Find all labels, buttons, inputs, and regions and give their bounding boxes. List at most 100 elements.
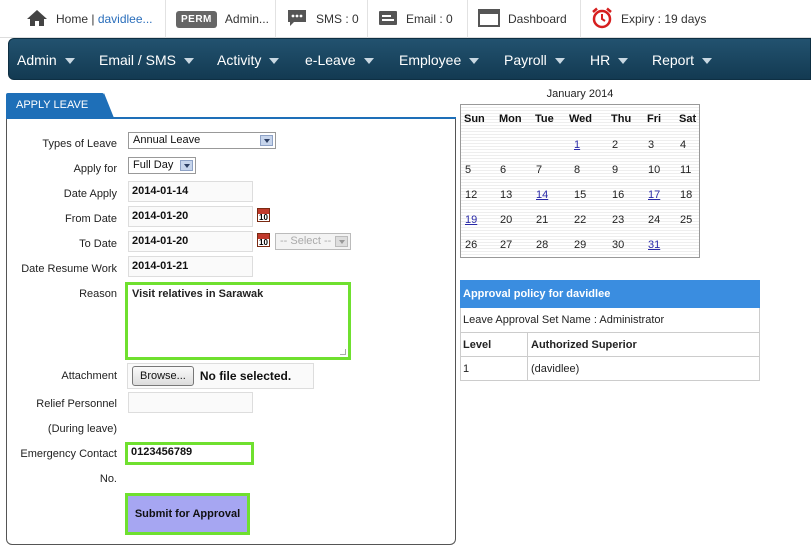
calendar-day[interactable]: 1 bbox=[574, 139, 580, 151]
emergency-contact-sublabel: No. bbox=[99, 473, 117, 485]
email-link[interactable]: Email : 0 bbox=[368, 0, 468, 38]
calendar-weekday-header: Thu bbox=[611, 113, 632, 125]
calendar-day: 22 bbox=[574, 214, 587, 226]
calendar-weekday-header: Wed bbox=[569, 113, 593, 125]
window-icon bbox=[478, 8, 500, 30]
nav-label: Activity bbox=[217, 52, 262, 68]
resize-handle-icon[interactable] bbox=[340, 349, 346, 355]
alarm-clock-icon bbox=[591, 7, 613, 32]
home-label: Home | bbox=[56, 12, 95, 26]
calendar-day: 20 bbox=[500, 214, 513, 226]
reason-textarea[interactable]: Visit relatives in Sarawak bbox=[125, 282, 351, 360]
calendar-day[interactable]: 14 bbox=[536, 189, 548, 201]
relief-personnel-label: Relief Personnel bbox=[36, 398, 117, 410]
half-day-select[interactable]: -- Select -- bbox=[275, 233, 351, 250]
calendar-day: 3 bbox=[648, 139, 655, 151]
caret-down-icon bbox=[618, 58, 629, 64]
calendar-day: 24 bbox=[648, 214, 661, 226]
emergency-contact-label: Emergency Contact bbox=[20, 448, 117, 460]
types-of-leave-label: Types of Leave bbox=[42, 138, 117, 150]
select-value: Full Day bbox=[133, 159, 174, 171]
dashboard-link[interactable]: Dashboard bbox=[468, 0, 581, 38]
attachment-file-input[interactable]: Browse... No file selected. bbox=[127, 363, 314, 389]
home-link[interactable]: Home | davidlee... bbox=[16, 0, 166, 38]
reason-label: Reason bbox=[79, 288, 117, 300]
nav-email-sms[interactable]: Email / SMS bbox=[99, 39, 195, 81]
date-apply-field: 2014-01-14 bbox=[128, 181, 253, 202]
to-date-field[interactable]: 2014-01-20 bbox=[128, 231, 253, 252]
expiry-label: Expiry : 19 days bbox=[621, 12, 707, 26]
email-label: Email : 0 bbox=[406, 12, 453, 26]
calendar-weekday-header: Fri bbox=[647, 113, 662, 125]
username-link[interactable]: davidlee... bbox=[98, 12, 153, 26]
nav-admin[interactable]: Admin bbox=[17, 39, 75, 81]
sms-label: SMS : 0 bbox=[316, 12, 359, 26]
calendar-day: 29 bbox=[574, 239, 587, 251]
admin-label: Admin... bbox=[224, 12, 269, 26]
calendar-day: 2 bbox=[612, 139, 619, 151]
dropdown-arrow-icon bbox=[180, 160, 193, 171]
calendar-day: 7 bbox=[536, 164, 543, 176]
calendar-day: 28 bbox=[536, 239, 549, 251]
calendar-icon[interactable]: 10 bbox=[257, 208, 270, 222]
apply-leave-tab[interactable]: APPLY LEAVE bbox=[6, 93, 114, 118]
chat-bubble-icon bbox=[286, 8, 308, 31]
nav-e-leave[interactable]: e-Leave bbox=[305, 39, 374, 81]
calendar-day: 9 bbox=[612, 164, 619, 176]
nav-report[interactable]: Report bbox=[652, 39, 713, 81]
relief-personnel-field[interactable] bbox=[128, 392, 253, 413]
emergency-contact-field[interactable]: 0123456789 bbox=[125, 442, 254, 465]
perm-badge: PERM bbox=[176, 10, 217, 28]
col-authorized-superior: Authorized Superior bbox=[531, 338, 637, 351]
top-bar: Home | davidlee... PERM Admin... SMS : 0… bbox=[0, 0, 811, 38]
calendar-day: 12 bbox=[465, 189, 478, 201]
approval-table-header: Level Authorized Superior bbox=[460, 333, 760, 357]
nav-label: e-Leave bbox=[305, 52, 356, 68]
calendar-day[interactable]: 31 bbox=[648, 239, 660, 251]
to-date-label: To Date bbox=[79, 238, 117, 250]
nav-hr[interactable]: HR bbox=[590, 39, 629, 81]
superior-cell: (davidlee) bbox=[531, 362, 580, 375]
nav-employee[interactable]: Employee bbox=[399, 39, 480, 81]
dashboard-label: Dashboard bbox=[508, 12, 567, 26]
apply-for-label: Apply for bbox=[73, 163, 117, 175]
caret-down-icon bbox=[469, 58, 480, 64]
calendar-weekday-header: Mon bbox=[499, 113, 522, 125]
nav-label: Admin bbox=[17, 52, 57, 68]
approval-set-name: Leave Approval Set Name : Administrator bbox=[463, 314, 665, 326]
calendar-day: 27 bbox=[500, 239, 513, 251]
apply-for-select[interactable]: Full Day bbox=[128, 157, 196, 174]
main-nav: Admin Email / SMS Activity e-Leave Emplo… bbox=[8, 38, 811, 80]
calendar-weekday-header: Sat bbox=[679, 113, 697, 125]
caret-down-icon bbox=[269, 58, 280, 64]
calendar-day: 21 bbox=[536, 214, 549, 226]
table-row: 1 (davidlee) bbox=[460, 357, 760, 381]
browse-button[interactable]: Browse... bbox=[132, 366, 194, 386]
nav-activity[interactable]: Activity bbox=[217, 39, 280, 81]
types-of-leave-select[interactable]: Annual Leave bbox=[128, 132, 276, 149]
calendar-day[interactable]: 17 bbox=[648, 189, 660, 201]
calendar-day: 23 bbox=[612, 214, 625, 226]
approval-policy-header: Approval policy for davidlee bbox=[460, 280, 760, 308]
calendar-day: 13 bbox=[500, 189, 513, 201]
admin-menu[interactable]: PERM Admin... bbox=[166, 0, 276, 38]
nav-label: Email / SMS bbox=[99, 52, 177, 68]
calendar-icon[interactable]: 10 bbox=[257, 233, 270, 247]
inbox-icon bbox=[378, 9, 398, 30]
calendar-day: 5 bbox=[465, 164, 472, 176]
date-resume-work-label: Date Resume Work bbox=[21, 263, 117, 275]
sms-link[interactable]: SMS : 0 bbox=[276, 0, 368, 38]
approval-set-name-row: Leave Approval Set Name : Administrator bbox=[460, 308, 760, 333]
date-resume-work-field: 2014-01-21 bbox=[128, 256, 253, 277]
dropdown-arrow-icon bbox=[260, 135, 273, 146]
calendar-day: 15 bbox=[574, 189, 587, 201]
calendar-day: 26 bbox=[465, 239, 478, 251]
calendar-title: January 2014 bbox=[546, 88, 614, 100]
calendar-day[interactable]: 19 bbox=[465, 214, 477, 226]
nav-payroll[interactable]: Payroll bbox=[504, 39, 565, 81]
from-date-field[interactable]: 2014-01-20 bbox=[128, 206, 253, 227]
select-value: -- Select -- bbox=[280, 235, 332, 247]
submit-for-approval-button[interactable]: Submit for Approval bbox=[125, 493, 250, 535]
select-value: Annual Leave bbox=[133, 134, 201, 146]
calendar-day: 30 bbox=[612, 239, 625, 251]
